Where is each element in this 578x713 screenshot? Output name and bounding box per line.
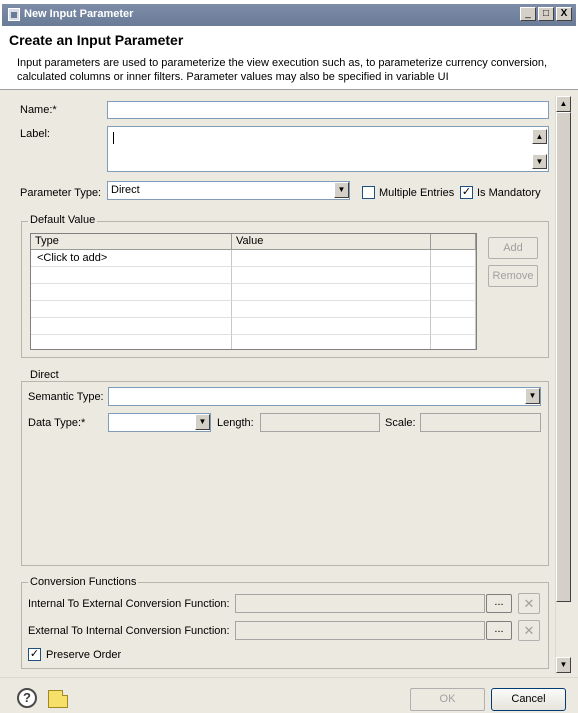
table-cell[interactable] — [232, 318, 431, 335]
maximize-button[interactable]: □ — [538, 7, 554, 21]
internal-to-external-label: Internal To External Conversion Function… — [28, 598, 230, 610]
parameter-type-select[interactable]: Direct ▼ — [107, 181, 350, 200]
data-type-select[interactable]: ▼ — [108, 413, 211, 432]
chevron-down-icon[interactable]: ▼ — [334, 182, 349, 198]
external-to-internal-label: External To Internal Conversion Function… — [28, 625, 230, 637]
help-icon[interactable]: ? — [17, 688, 37, 708]
table-cell[interactable] — [232, 301, 431, 318]
table-row[interactable] — [31, 318, 232, 335]
is-mandatory-label: Is Mandatory — [477, 187, 541, 199]
parameter-type-label: Parameter Type: — [20, 187, 102, 199]
window-titlebar: New Input Parameter _ □ X — [0, 0, 578, 29]
direct-title: Direct — [28, 369, 61, 381]
parameter-type-value: Direct — [111, 184, 140, 196]
conversion-functions-title: Conversion Functions — [28, 576, 139, 588]
column-header-value[interactable]: Value — [232, 234, 431, 250]
ok-button[interactable]: OK — [410, 688, 485, 711]
multiple-entries-label: Multiple Entries — [379, 187, 455, 199]
arrow-down-icon[interactable]: ▼ — [532, 154, 547, 169]
arrow-up-icon[interactable]: ▲ — [556, 96, 571, 112]
table-cell[interactable] — [431, 335, 476, 349]
header-description: Input parameters are used to parameteriz… — [17, 57, 548, 83]
internal-to-external-input[interactable] — [235, 594, 485, 613]
label-textarea[interactable]: ▲ ▼ — [107, 126, 549, 172]
cancel-button[interactable]: Cancel — [491, 688, 566, 711]
vertical-scrollbar[interactable]: ▲ ▼ — [555, 96, 571, 674]
table-row[interactable] — [31, 301, 232, 318]
name-label: Name:* — [20, 104, 57, 116]
text-cursor — [113, 132, 114, 144]
chevron-down-icon[interactable]: ▼ — [195, 414, 210, 430]
semantic-type-select[interactable]: ▼ — [108, 387, 541, 406]
dialog-footer: ? OK Cancel — [0, 677, 578, 713]
multiple-entries-checkbox[interactable] — [362, 186, 375, 199]
table-cell[interactable] — [232, 267, 431, 284]
chevron-down-icon[interactable]: ▼ — [525, 388, 540, 404]
page-title: Create an Input Parameter — [9, 32, 184, 48]
scrollbar-thumb[interactable] — [556, 112, 571, 602]
scale-label: Scale: — [385, 417, 416, 429]
direct-group — [21, 381, 549, 566]
arrow-up-icon[interactable]: ▲ — [532, 129, 547, 144]
external-to-internal-clear-icon[interactable]: ✕ — [518, 620, 540, 641]
default-value-title: Default Value — [28, 214, 98, 226]
semantic-type-label: Semantic Type: — [28, 391, 104, 403]
window-title: New Input Parameter — [24, 8, 134, 20]
table-row[interactable] — [31, 284, 232, 301]
titlebar-background: New Input Parameter _ □ X — [2, 4, 576, 26]
remove-button[interactable]: Remove — [488, 265, 538, 287]
table-cell[interactable] — [232, 335, 431, 349]
preserve-order-checkbox[interactable]: ✓ — [28, 648, 41, 661]
length-input[interactable] — [260, 413, 380, 432]
table-row[interactable] — [31, 267, 232, 284]
add-button[interactable]: Add — [488, 237, 538, 259]
data-type-label: Data Type:* — [28, 417, 86, 429]
external-to-internal-input[interactable] — [235, 621, 485, 640]
table-cell[interactable] — [431, 267, 476, 284]
name-input[interactable] — [107, 101, 549, 119]
length-label: Length: — [217, 417, 254, 429]
table-row[interactable]: <Click to add> — [31, 250, 232, 267]
label-label: Label: — [20, 128, 50, 140]
arrow-down-icon[interactable]: ▼ — [556, 657, 571, 673]
minimize-button[interactable]: _ — [520, 7, 536, 21]
is-mandatory-checkbox[interactable]: ✓ — [460, 186, 473, 199]
close-button[interactable]: X — [556, 7, 572, 21]
external-to-internal-browse-button[interactable]: ... — [486, 621, 512, 640]
default-value-table[interactable]: Type Value <Click to add> — [30, 233, 477, 350]
note-icon[interactable] — [48, 690, 68, 708]
table-cell[interactable] — [232, 284, 431, 301]
window-app-icon — [8, 8, 20, 21]
internal-to-external-browse-button[interactable]: ... — [486, 594, 512, 613]
scale-input[interactable] — [420, 413, 541, 432]
dialog-header: Create an Input Parameter Input paramete… — [0, 29, 578, 90]
column-header-extra[interactable] — [431, 234, 476, 250]
table-row[interactable] — [31, 335, 232, 349]
internal-to-external-clear-icon[interactable]: ✕ — [518, 593, 540, 614]
table-cell[interactable] — [232, 250, 431, 267]
table-cell[interactable] — [431, 284, 476, 301]
column-header-type[interactable]: Type — [31, 234, 232, 250]
table-cell[interactable] — [431, 318, 476, 335]
table-cell[interactable] — [431, 250, 476, 267]
table-cell[interactable] — [431, 301, 476, 318]
preserve-order-label: Preserve Order — [46, 649, 122, 661]
